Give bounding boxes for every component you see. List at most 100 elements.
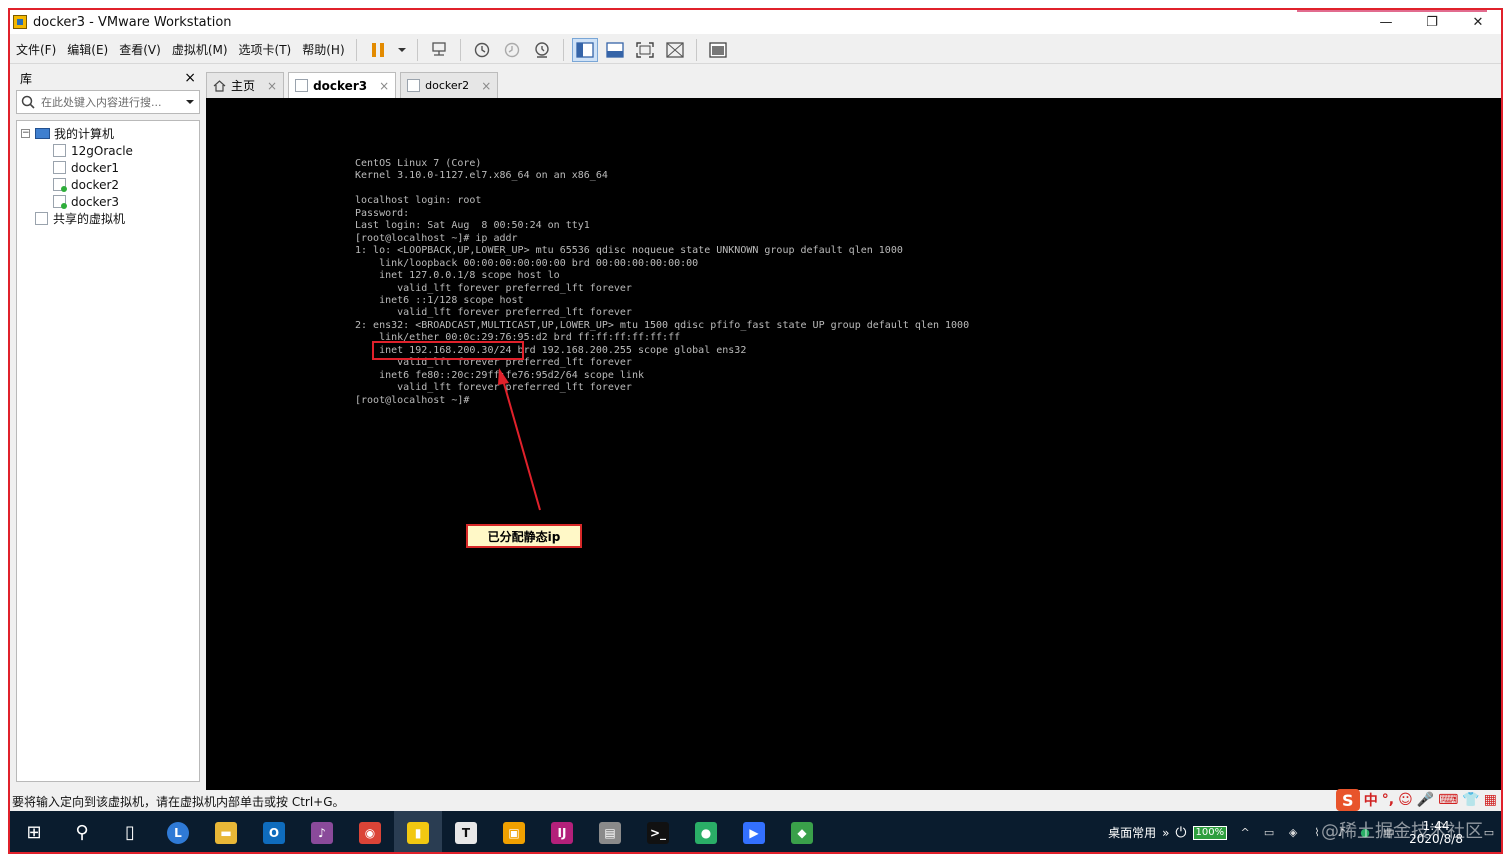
menu-bar: 文件(F) 编辑(E) 查看(V) 虚拟机(M) 选项卡(T) 帮助(H): [10, 36, 1501, 64]
pause-button[interactable]: [365, 38, 391, 62]
taskbar-wechat-button[interactable]: ●: [682, 811, 730, 852]
taskbar-terminal-button[interactable]: >_: [634, 811, 682, 852]
menu-vm[interactable]: 虚拟机(M): [166, 41, 233, 58]
thumbnail-bar-button[interactable]: [602, 38, 628, 62]
snapshot-manager-button[interactable]: [529, 38, 555, 62]
vm-running-icon: [53, 178, 67, 192]
tree-item-vm[interactable]: docker2: [21, 176, 199, 193]
title-bar: docker3 - VMware Workstation — ❐ ✕: [10, 10, 1501, 34]
toolbar-separator: [416, 38, 418, 61]
window-title: docker3 - VMware Workstation: [33, 14, 232, 30]
taskbar-intellij-button[interactable]: IJ: [538, 811, 586, 852]
tab-home[interactable]: 主页 ×: [206, 72, 285, 98]
taskbar-task-view-button[interactable]: ▯: [106, 811, 154, 852]
vm-icon: [53, 161, 66, 174]
taskbar-windows-start-button[interactable]: ⊞: [10, 811, 58, 852]
library-close-button[interactable]: ×: [184, 70, 196, 86]
tray-toolbar-label[interactable]: 桌面常用: [1108, 824, 1156, 841]
chevron-down-icon: [397, 47, 406, 52]
tree-item-label: 12gOracle: [71, 143, 133, 158]
shared-vm-icon: [35, 212, 48, 225]
taskbar-app-diamond-button[interactable]: ◆: [778, 811, 826, 852]
console-view-button[interactable]: [705, 38, 731, 62]
toolbar-separator: [695, 38, 697, 61]
status-hint: 要将输入定向到该虚拟机，请在虚拟机内部单击或按 Ctrl+G。: [12, 794, 345, 809]
taskbar-chrome-button[interactable]: ◉: [346, 811, 394, 852]
taskbar-app-purple-button[interactable]: ♪: [298, 811, 346, 852]
feishu-icon: ▶: [743, 821, 765, 844]
tree-item-shared-vms[interactable]: 共享的虚拟机: [21, 210, 199, 227]
taskbar-app-window-button[interactable]: ▤: [586, 811, 634, 852]
tab-close-button[interactable]: ×: [267, 79, 277, 93]
chevron-down-icon[interactable]: [185, 97, 195, 107]
vmware-app-icon: [13, 15, 27, 29]
task-view-icon: ▯: [119, 821, 141, 844]
ime-keyboard-icon[interactable]: ⌨: [1438, 792, 1458, 808]
powerbi-icon: ▮: [407, 821, 429, 844]
taskbar-search-button[interactable]: ⚲: [58, 811, 106, 852]
tree-item-my-computer[interactable]: − 我的计算机: [21, 125, 199, 142]
menu-view[interactable]: 查看(V): [113, 41, 166, 58]
revert-snapshot-button[interactable]: [499, 38, 525, 62]
sogou-ime-icon[interactable]: S: [1335, 789, 1360, 811]
tree-item-label: docker1: [71, 160, 120, 175]
typora-icon: T: [455, 821, 477, 844]
ime-voice-icon[interactable]: 🎤: [1417, 792, 1434, 808]
taskbar-outlook-button[interactable]: O: [250, 811, 298, 852]
menu-file[interactable]: 文件(F): [10, 41, 61, 58]
library-title: 库: [20, 71, 33, 86]
power-dropdown-button[interactable]: [395, 38, 409, 62]
watermark: @稀土掘金技术社区: [1321, 821, 1483, 842]
menu-edit[interactable]: 编辑(E): [61, 41, 113, 58]
tab-close-button[interactable]: ×: [379, 79, 389, 93]
ime-skin-icon[interactable]: 👕: [1462, 792, 1479, 808]
tray-more-icon[interactable]: »: [1162, 826, 1169, 840]
battery-indicator[interactable]: 100%: [1192, 825, 1228, 840]
pause-icon: [371, 42, 384, 57]
intellij-icon: IJ: [551, 821, 573, 844]
vmware-window: docker3 - VMware Workstation — ❐ ✕ 文件(F)…: [8, 8, 1503, 854]
search-input[interactable]: 在此处键入内容进行搜...: [41, 94, 185, 110]
show-hidden-icons[interactable]: ^: [1237, 826, 1253, 840]
vm-icon: [407, 79, 421, 92]
tree-item-label: 我的计算机: [54, 127, 115, 141]
tab-docker3[interactable]: docker3 ×: [288, 72, 397, 98]
snapshot-icon: [474, 42, 489, 57]
vm-console[interactable]: CentOS Linux 7 (Core) Kernel 3.10.0-1127…: [206, 98, 1501, 790]
minimize-button[interactable]: —: [1363, 10, 1409, 34]
tree-item-vm[interactable]: docker1: [21, 159, 199, 176]
battery-icon[interactable]: ▭: [1261, 826, 1277, 840]
library-search[interactable]: 在此处键入内容进行搜...: [16, 90, 200, 114]
ime-emoji-icon[interactable]: ☺: [1398, 792, 1413, 808]
tree-item-label: docker3: [71, 194, 120, 209]
app-tray-icon[interactable]: ◈: [1285, 826, 1301, 840]
tree-item-vm[interactable]: docker3: [21, 193, 199, 210]
menu-tabs[interactable]: 选项卡(T): [233, 41, 297, 58]
taskbar-powerbi-button[interactable]: ▮: [394, 811, 442, 852]
full-screen-button[interactable]: [632, 38, 658, 62]
taskbar-lync-button[interactable]: L: [154, 811, 202, 852]
restore-button[interactable]: ❐: [1409, 10, 1455, 34]
taskbar-vmware-button[interactable]: ▣: [490, 811, 538, 852]
tab-close-button[interactable]: ×: [481, 79, 491, 93]
close-button[interactable]: ✕: [1455, 10, 1501, 34]
tab-label: docker2: [425, 79, 470, 92]
vmware-icon: ▣: [503, 821, 525, 844]
taskbar-file-explorer-button[interactable]: ▬: [202, 811, 250, 852]
menu-help[interactable]: 帮助(H): [296, 41, 349, 58]
unity-button[interactable]: [662, 38, 688, 62]
home-icon: [213, 79, 226, 92]
tab-docker2[interactable]: docker2 ×: [400, 72, 499, 98]
taskbar-typora-button[interactable]: T: [442, 811, 490, 852]
ime-toolbox-icon[interactable]: ▦: [1484, 792, 1497, 808]
show-library-button[interactable]: [571, 37, 598, 62]
send-ctrl-alt-del-button[interactable]: [426, 38, 452, 62]
ime-punctuation-icon[interactable]: °,: [1382, 792, 1394, 808]
tree-item-vm[interactable]: 12gOracle: [21, 142, 199, 159]
collapse-icon[interactable]: −: [21, 129, 30, 138]
taskbar-feishu-button[interactable]: ▶: [730, 811, 778, 852]
notification-icon[interactable]: ▭: [1481, 826, 1497, 840]
ime-chinese-mode-icon[interactable]: 中: [1364, 790, 1378, 810]
app-purple-icon: ♪: [311, 821, 333, 844]
snapshot-button[interactable]: [469, 38, 495, 62]
